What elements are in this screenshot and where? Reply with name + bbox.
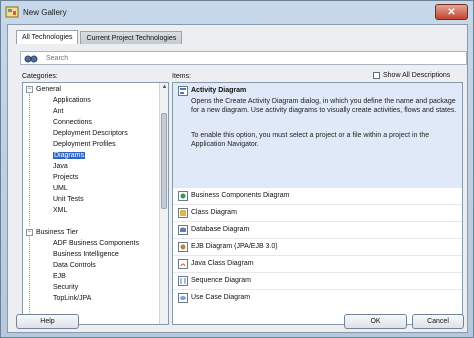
tree-item-applications[interactable]: Applications <box>53 95 91 106</box>
tree-item-security[interactable]: Security <box>53 282 78 293</box>
close-button[interactable]: ✕ <box>435 4 468 20</box>
item-use-case-diagram[interactable]: Use Case Diagram <box>173 289 462 305</box>
collapse-icon[interactable]: − <box>26 86 33 93</box>
tab-current-project-technologies[interactable]: Current Project Technologies <box>80 31 183 44</box>
show-all-descriptions-checkbox[interactable]: Show All Descriptions <box>373 72 450 79</box>
ok-button[interactable]: OK <box>344 314 407 329</box>
items-list: Activity Diagram Opens the Create Activi… <box>172 82 463 325</box>
tree-item-diagrams[interactable]: Diagrams <box>53 150 85 161</box>
tree-connector <box>29 237 30 324</box>
categories-label: Categories: <box>22 73 58 80</box>
help-button[interactable]: Help <box>16 314 79 329</box>
cancel-button[interactable]: Cancel <box>412 314 464 329</box>
tree-item-business-intelligence[interactable]: Business Intelligence <box>53 249 119 260</box>
item-enable-note: To enable this option, you must select a… <box>191 132 430 148</box>
item-sequence-diagram[interactable]: Sequence Diagram <box>173 272 462 288</box>
item-business-components-diagram[interactable]: Business Components Diagram <box>173 187 462 203</box>
item-title: Activity Diagram <box>191 87 247 94</box>
tree-item-ejb[interactable]: EJB <box>53 271 66 282</box>
item-class-diagram[interactable]: Class Diagram <box>173 204 462 220</box>
ejb-diagram-icon <box>178 241 188 252</box>
tab-all-technologies[interactable]: All Technologies <box>16 30 79 44</box>
checkbox-box[interactable] <box>373 72 380 79</box>
tree-item-ant[interactable]: Ant <box>53 106 64 117</box>
tree-item-data-controls[interactable]: Data Controls <box>53 260 96 271</box>
tree-item-deployment-descriptors[interactable]: Deployment Descriptors <box>53 128 128 139</box>
item-ejb-diagram[interactable]: EJB Diagram (JPA/EJB 3.0) <box>173 238 462 254</box>
tree-item-adf-business-components[interactable]: ADF Business Components <box>53 238 139 249</box>
tab-strip: All Technologies Current Project Technol… <box>16 30 184 44</box>
new-gallery-dialog: New Gallery ✕ All Technologies Current P… <box>0 0 474 338</box>
search-input[interactable] <box>46 54 346 62</box>
tree-item-uml[interactable]: UML <box>53 183 68 194</box>
database-diagram-icon <box>178 224 188 235</box>
search-bar[interactable] <box>20 51 467 65</box>
tree-scrollbar[interactable]: ▲ <box>159 83 168 324</box>
sequence-diagram-icon <box>178 275 188 286</box>
dialog-body: All Technologies Current Project Technol… <box>7 24 468 333</box>
categories-tree: − General Applications Ant Connections D… <box>22 82 169 325</box>
title-bar: New Gallery ✕ <box>1 1 473 23</box>
tree-item-connections[interactable]: Connections <box>53 117 92 128</box>
tree-item-projects[interactable]: Projects <box>53 172 78 183</box>
binoculars-icon[interactable] <box>24 53 40 63</box>
business-components-diagram-icon <box>178 190 188 201</box>
item-description: Opens the Create Activity Diagram dialog… <box>191 98 457 114</box>
tree-item-deployment-profiles[interactable]: Deployment Profiles <box>53 139 116 150</box>
tree-item-general[interactable]: − General <box>26 84 61 95</box>
tree-item-xml[interactable]: XML <box>53 205 67 216</box>
item-database-diagram[interactable]: Database Diagram <box>173 221 462 237</box>
close-icon: ✕ <box>447 6 456 18</box>
tree-item-unit-tests[interactable]: Unit Tests <box>53 194 84 205</box>
class-diagram-icon <box>178 207 188 218</box>
items-label: Items: <box>172 73 192 80</box>
tree-item-toplink-jpa[interactable]: TopLink/JPA <box>53 293 91 304</box>
scroll-thumb[interactable] <box>161 113 167 209</box>
show-all-descriptions-label: Show All Descriptions <box>383 72 451 79</box>
gallery-icon <box>5 6 19 18</box>
activity-diagram-icon <box>178 86 188 96</box>
tree-item-business-tier[interactable]: − Business Tier <box>26 227 78 238</box>
scroll-up-icon[interactable]: ▲ <box>160 83 168 92</box>
use-case-diagram-icon <box>178 292 188 303</box>
item-activity-diagram[interactable]: Activity Diagram Opens the Create Activi… <box>173 83 462 187</box>
item-java-class-diagram[interactable]: Java Class Diagram <box>173 255 462 271</box>
tree-item-java[interactable]: Java <box>53 161 68 172</box>
window-title: New Gallery <box>23 7 67 17</box>
java-class-diagram-icon <box>178 258 188 269</box>
collapse-icon[interactable]: − <box>26 229 33 236</box>
tree-connector <box>29 94 30 226</box>
